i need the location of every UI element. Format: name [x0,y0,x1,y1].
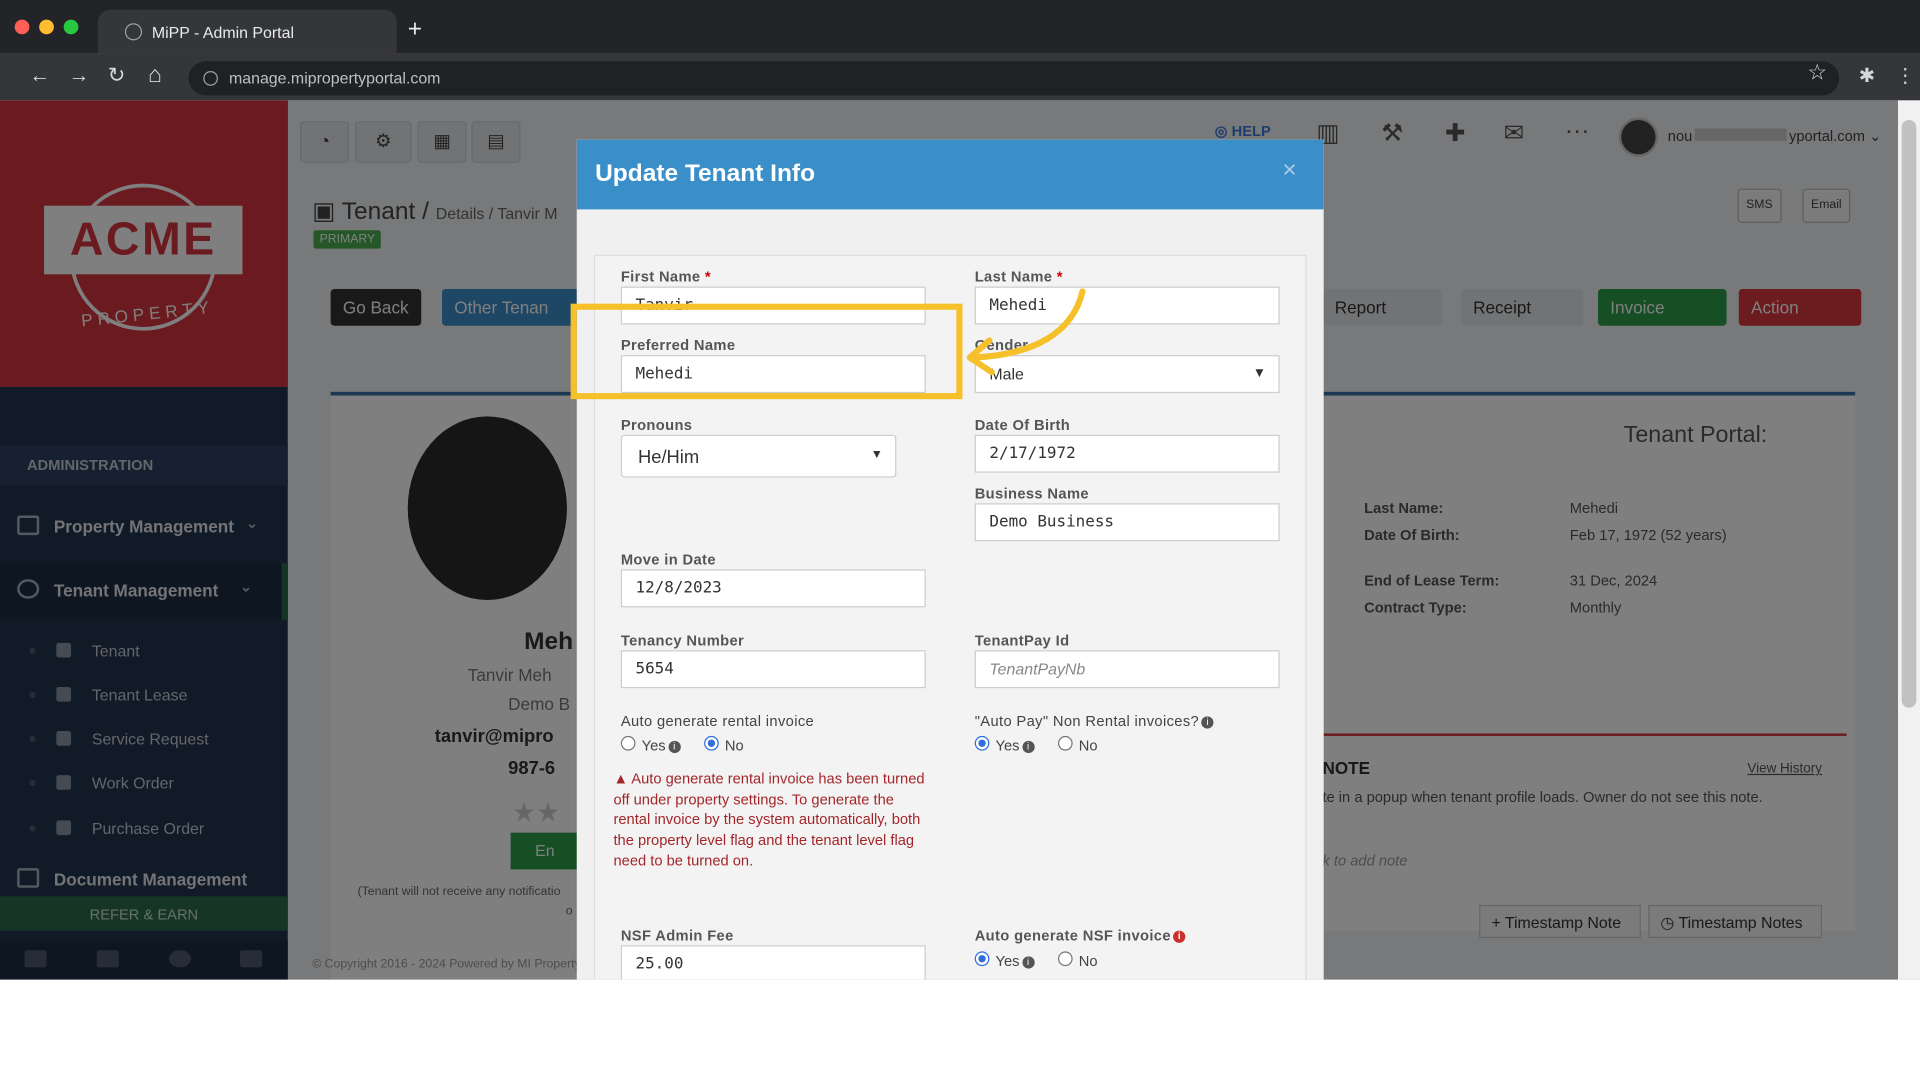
url-text: manage.mipropertyportal.com [228,68,441,87]
yes-text: Yes [995,952,1020,970]
pronouns-label: Pronouns [620,416,693,434]
nsf-auto-no-radio[interactable] [1057,951,1073,967]
tenancy-number-field[interactable]: 5654 [620,650,926,689]
auto-rent-no-label: No [724,737,744,755]
tenantpay-label: TenantPay Id [974,631,1070,649]
warning-icon: ▲ [613,770,632,788]
yes-text: Yes [641,737,666,755]
home-icon[interactable]: ⌂ [148,62,162,89]
dob-field[interactable]: 2/17/1972 [974,434,1280,473]
new-tab-button[interactable]: + [408,16,422,44]
site-info-icon[interactable] [203,71,218,86]
globe-icon [124,23,143,41]
close-window-icon[interactable] [14,19,30,35]
browser-toolbar: ← → ↻ ⌂ manage.mipropertyportal.com ☆ ✱ … [0,53,1920,101]
info-icon: i [1021,956,1035,969]
required-mark: * [704,268,712,286]
browser-tab[interactable]: MiPP - Admin Portal [97,9,397,54]
minimize-window-icon[interactable] [39,19,54,35]
chevron-down-icon: ▼ [1252,366,1267,381]
forward-icon[interactable]: → [69,64,90,88]
info-icon: i [668,740,681,753]
info-icon: i [1173,930,1186,943]
back-icon[interactable]: ← [29,64,50,88]
label-text: First Name [620,268,701,286]
tab-title: MiPP - Admin Portal [151,23,294,42]
autopay-label: "Auto Pay" Non Rental invoices? i [975,713,1214,730]
business-name-field[interactable]: Demo Business [974,503,1280,542]
label-text: Auto generate NSF invoice [974,926,1171,945]
maximize-window-icon[interactable] [63,19,79,35]
callout-arrow-icon [966,288,1086,376]
nsf-fee-label: NSF Admin Fee [620,926,734,945]
pronouns-select[interactable]: He/Him ▼ [620,434,897,478]
autopay-no-label: No [1078,737,1098,755]
required-mark: * [1056,268,1063,286]
auto-rent-yes-radio[interactable] [620,735,636,751]
page-scrollbar[interactable] [1897,100,1920,980]
browser-tab-bar: MiPP - Admin Portal + [0,0,1920,54]
nsf-auto-label: Auto generate NSF invoice i [975,927,1186,944]
auto-rent-label: Auto generate rental invoice [620,712,815,730]
extensions-icon[interactable]: ✱ [1859,64,1875,88]
auto-rent-no-radio[interactable] [704,735,719,751]
nsf-fee-field[interactable]: 25.00 [620,945,926,980]
autopay-no-radio[interactable] [1057,735,1073,751]
tenancy-number-label: Tenancy Number [620,631,745,649]
label-text: "Auto Pay" Non Rental invoices? [974,712,1200,730]
pronouns-value: He/Him [637,446,700,468]
screenshot-stage: MiPP - Admin Portal + ← → ↻ ⌂ manage.mip… [0,0,1920,1078]
move-in-label: Move in Date [620,551,716,569]
close-icon[interactable]: × [1282,157,1296,185]
modal-title: Update Tenant Info [576,139,1324,210]
warning-text: Auto generate rental invoice has been tu… [613,770,925,870]
bookmark-star-icon[interactable]: ☆ [1807,60,1827,86]
first-name-label: First Name * [621,268,711,285]
highlight-box [570,303,963,400]
scrollbar-thumb[interactable] [1901,120,1917,708]
browser-menu-icon[interactable]: ⋮ [1896,64,1916,88]
caret-down-icon: ▼ [870,448,883,462]
move-in-date-field[interactable]: 12/8/2023 [620,569,926,608]
yes-text: Yes [995,737,1020,755]
label-text: Last Name [974,268,1053,286]
tenantpay-id-field[interactable]: TenantPayNb [974,650,1280,689]
auto-rent-yes-label: Yes i [642,737,681,754]
auto-invoice-warning: ▲ Auto generate rental invoice has been … [613,769,925,871]
autopay-yes-label: Yes i [996,737,1035,754]
dob-label: Date Of Birth [974,416,1071,434]
autopay-yes-radio[interactable] [974,735,990,751]
nsf-auto-no-label: No [1078,952,1098,970]
nsf-auto-yes-radio[interactable] [974,951,990,967]
info-icon: i [1201,716,1214,729]
info-icon: i [1021,740,1035,753]
reload-icon[interactable]: ↻ [108,64,125,88]
last-name-label: Last Name * [975,268,1063,285]
address-bar[interactable]: manage.mipropertyportal.com [188,61,1840,96]
nsf-auto-yes-label: Yes i [996,953,1035,970]
business-name-label: Business Name [974,484,1089,503]
